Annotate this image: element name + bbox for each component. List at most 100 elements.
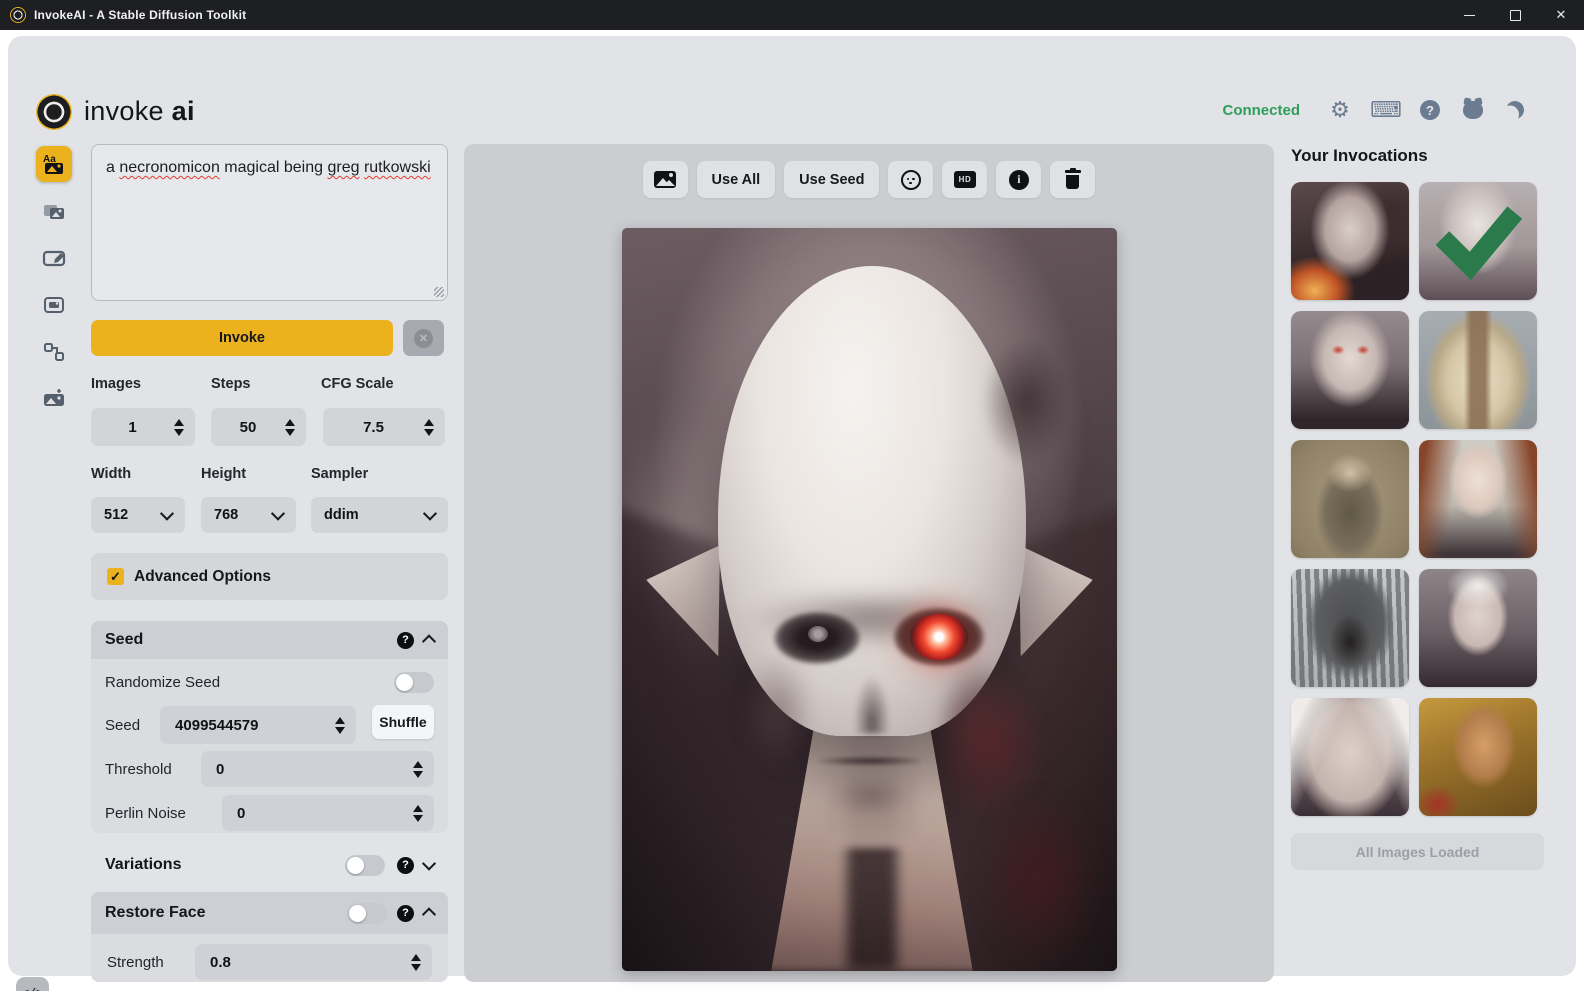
tab-text-to-image[interactable]: Aa [36, 146, 72, 182]
images-label: Images [91, 376, 141, 392]
tab-nodes[interactable] [36, 334, 72, 370]
prompt-text: a [106, 159, 119, 176]
seed-section-header[interactable]: Seed ? [91, 621, 448, 659]
gallery-thumbnail-selected[interactable] [1419, 182, 1537, 300]
images-stepper[interactable]: 1 [91, 408, 195, 446]
strength-row: Strength 0.8 [107, 944, 432, 980]
inpainting-icon [42, 246, 66, 270]
seed-value-input[interactable]: 4099544579 [160, 706, 356, 744]
stepper-arrows-icon[interactable] [285, 419, 295, 436]
use-all-button[interactable]: Use All [697, 161, 776, 198]
tab-post-processing[interactable] [36, 381, 72, 417]
upscale-button[interactable]: HD [942, 161, 987, 198]
stepper-arrows-icon[interactable] [335, 717, 345, 734]
use-seed-button[interactable]: Use Seed [784, 161, 879, 198]
perlin-noise-row: Perlin Noise 0 [105, 795, 434, 831]
shuffle-seed-button[interactable]: Shuffle [372, 705, 434, 739]
maximize-button[interactable] [1492, 0, 1538, 30]
gallery-thumbnail[interactable] [1291, 182, 1409, 300]
seed-help-icon[interactable]: ? [397, 632, 414, 649]
prompt-text: rutkowski [364, 159, 431, 176]
gallery-thumbnail[interactable] [1419, 569, 1537, 687]
stepper-arrows-icon[interactable] [413, 761, 423, 778]
gallery-thumbnail[interactable] [1291, 440, 1409, 558]
width-label: Width [91, 466, 131, 482]
advanced-options-toggle[interactable]: ✓ Advanced Options [91, 553, 448, 600]
send-to-image-button[interactable] [643, 161, 688, 198]
variations-help-icon[interactable]: ? [397, 857, 414, 874]
gallery-thumbnail[interactable] [1291, 311, 1409, 429]
width-value: 512 [104, 507, 128, 523]
header-actions: Connected ⚙ ⌨ ? [1222, 98, 1524, 122]
height-label: Height [201, 466, 246, 482]
strength-value: 0.8 [195, 954, 231, 971]
gallery-title: Your Invocations [1291, 146, 1428, 166]
minimize-button[interactable] [1446, 0, 1492, 30]
invoke-button[interactable]: Invoke [91, 320, 393, 356]
cancel-button[interactable]: ✕ [403, 320, 444, 356]
maximize-icon [1510, 10, 1521, 21]
generated-image[interactable] [622, 228, 1117, 971]
cfg-scale-stepper[interactable]: 7.5 [323, 408, 445, 446]
stepper-arrows-icon[interactable] [174, 419, 184, 436]
invoke-button-label: Invoke [219, 330, 265, 346]
variations-header[interactable]: Variations ? [105, 851, 434, 879]
stepper-arrows-icon[interactable] [413, 805, 423, 822]
chevron-up-icon[interactable] [422, 907, 436, 921]
restore-faces-button[interactable] [888, 161, 933, 198]
height-select[interactable]: 768 [201, 497, 296, 533]
chevron-down-icon[interactable] [422, 857, 436, 871]
stepper-arrows-icon[interactable] [411, 954, 421, 971]
sampler-select[interactable]: ddim [311, 497, 448, 533]
chevron-down-icon [423, 507, 437, 521]
restore-face-switch[interactable] [347, 903, 387, 924]
threshold-row: Threshold 0 [105, 751, 434, 787]
strength-input[interactable]: 0.8 [195, 944, 432, 980]
hotkeys-keyboard-icon[interactable]: ⌨ [1374, 98, 1398, 122]
seed-value-label: Seed [105, 717, 140, 734]
all-images-loaded-button: All Images Loaded [1291, 833, 1544, 870]
perlin-noise-input[interactable]: 0 [222, 795, 434, 831]
console-toggle-button[interactable]: </> [16, 977, 49, 991]
settings-gear-icon[interactable]: ⚙ [1328, 98, 1352, 122]
connection-status: Connected [1222, 102, 1300, 119]
github-icon[interactable] [1462, 99, 1484, 121]
tab-inpainting[interactable] [36, 240, 72, 276]
delete-image-button[interactable] [1050, 161, 1095, 198]
randomize-seed-row: Randomize Seed [105, 670, 434, 694]
gallery-thumbnail[interactable] [1419, 698, 1537, 816]
upscale-hd-icon: HD [954, 171, 976, 188]
threshold-input[interactable]: 0 [201, 751, 434, 787]
shuffle-label: Shuffle [379, 714, 426, 730]
gallery-thumbnail[interactable] [1419, 440, 1537, 558]
help-icon[interactable]: ? [1420, 100, 1440, 120]
seed-value: 4099544579 [160, 717, 258, 734]
checkbox-checked-icon[interactable]: ✓ [107, 568, 124, 585]
randomize-seed-switch[interactable] [394, 672, 434, 693]
threshold-label: Threshold [105, 761, 172, 778]
variations-switch[interactable] [345, 855, 385, 876]
tab-image-to-image[interactable] [36, 193, 72, 229]
text-to-image-icon: Aa [42, 152, 66, 176]
close-button[interactable]: ✕ [1538, 0, 1584, 30]
gallery-thumbnail[interactable] [1291, 698, 1409, 816]
perlin-noise-label: Perlin Noise [105, 805, 186, 822]
window-title: InvokeAI - A Stable Diffusion Toolkit [34, 8, 246, 22]
theme-moon-icon[interactable] [1504, 99, 1526, 121]
gallery-thumbnail[interactable] [1291, 569, 1409, 687]
restore-face-help-icon[interactable]: ? [397, 905, 414, 922]
tab-outpainting[interactable] [36, 287, 72, 323]
image-details-button[interactable]: i [996, 161, 1041, 198]
code-console-icon: </> [22, 987, 44, 991]
width-select[interactable]: 512 [91, 497, 185, 533]
sampler-label: Sampler [311, 466, 368, 482]
prompt-input[interactable]: a necronomicon magical being greg rutkow… [91, 144, 448, 301]
chevron-down-icon [271, 507, 285, 521]
restore-face-header[interactable]: Restore Face ? [91, 892, 448, 934]
trash-icon [1065, 170, 1081, 189]
chevron-up-icon[interactable] [422, 634, 436, 648]
restore-face-section: Restore Face ? Strength 0.8 [91, 892, 448, 982]
gallery-thumbnail[interactable] [1419, 311, 1537, 429]
steps-stepper[interactable]: 50 [211, 408, 306, 446]
stepper-arrows-icon[interactable] [424, 419, 434, 436]
